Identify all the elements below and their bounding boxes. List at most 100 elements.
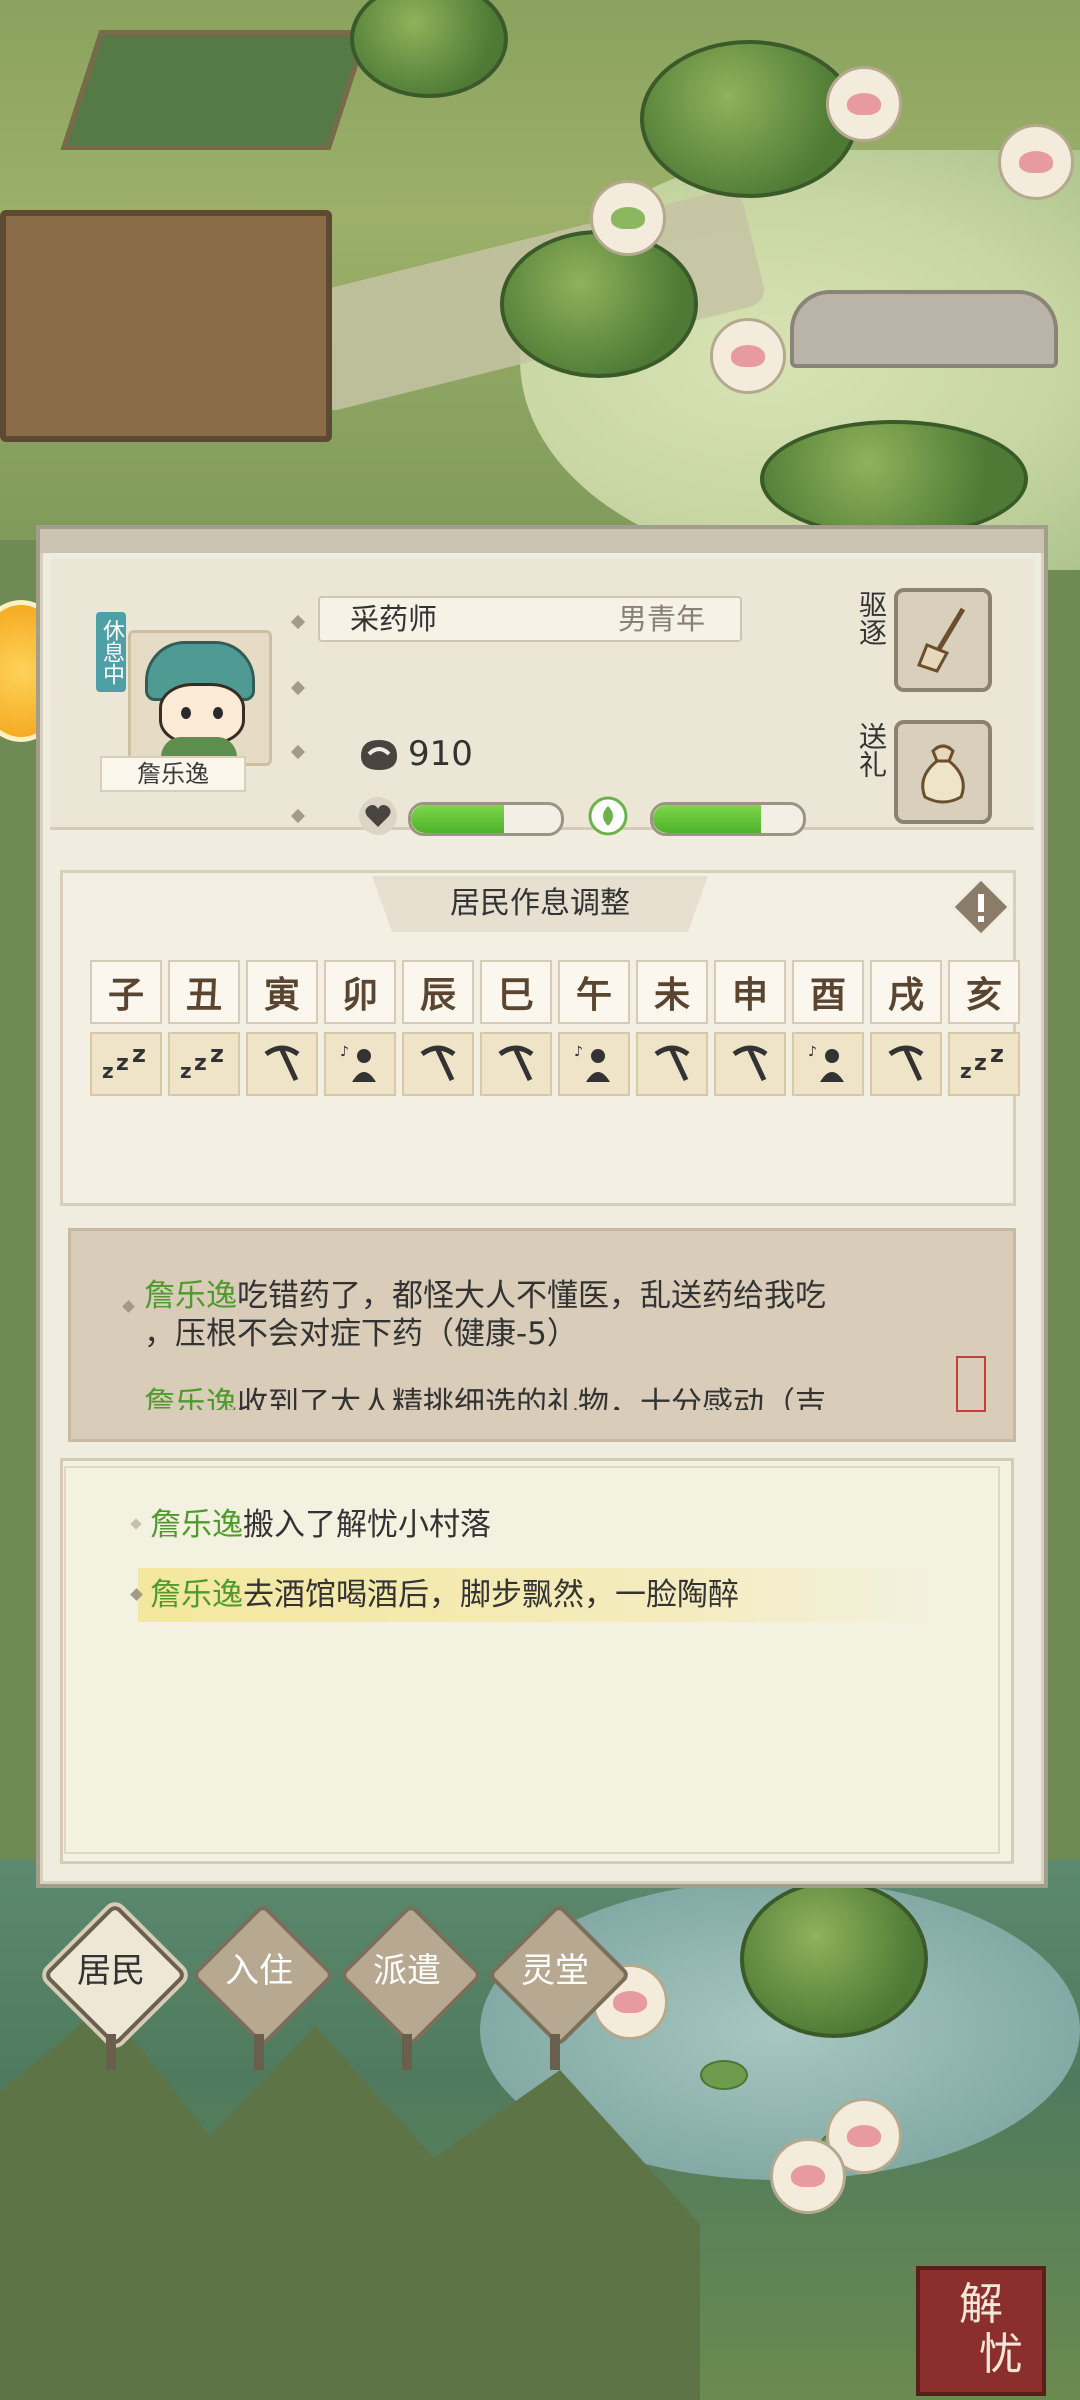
tab-memorial-hall[interactable]: 灵堂	[486, 1902, 632, 2070]
heart-icon	[359, 797, 397, 835]
svg-text:z: z	[180, 1059, 192, 1082]
lotus-icon	[847, 2125, 881, 2147]
gift-label: 送礼	[855, 722, 888, 778]
svg-text:z: z	[960, 1059, 972, 1082]
activity-cell[interactable]: zzz	[948, 1032, 1020, 1096]
hour-cell: 寅	[246, 960, 318, 1024]
hour-cell: 丑	[168, 960, 240, 1024]
lotus-icon	[731, 345, 765, 367]
activity-cell[interactable]: ♪	[324, 1032, 396, 1096]
history-entry-2: 詹乐逸去酒馆喝酒后，脚步飘然，一脸陶醉	[150, 1573, 739, 1617]
lily-pad	[700, 2060, 748, 2090]
svg-text:♪: ♪	[808, 1044, 817, 1060]
hour-labels-row: 子丑寅卯辰巳午未申酉戌亥	[90, 960, 1020, 1024]
occupation-title: 采药师	[350, 602, 438, 636]
map-bushes	[760, 420, 1028, 538]
map-herb-bubble[interactable]	[710, 318, 786, 394]
tab-move-in[interactable]: 入住	[190, 1902, 336, 2070]
hour-cell: 辰	[402, 960, 474, 1024]
tab-dispatch[interactable]: 派遣	[338, 1902, 484, 2070]
history-entry-name: 詹乐逸	[150, 1507, 243, 1543]
svg-text:z: z	[974, 1051, 987, 1076]
expel-label: 驱逐	[855, 590, 888, 646]
svg-text:z: z	[132, 1042, 146, 1068]
hour-cell: 卯	[324, 960, 396, 1024]
map-bridge	[790, 290, 1058, 368]
lotus-icon	[791, 2165, 825, 2187]
resident-name: 詹乐逸	[100, 756, 246, 792]
expel-button[interactable]	[894, 588, 992, 692]
gift-bag-icon	[921, 744, 965, 804]
avatar-eye	[181, 707, 191, 719]
map-herb-bubble[interactable]	[998, 124, 1074, 200]
sleep-icon: zzz	[958, 1040, 1010, 1086]
sleep-icon: zzz	[178, 1040, 230, 1086]
tab-tassel	[106, 2034, 116, 2070]
sleep-icon: zzz	[100, 1040, 152, 1086]
pickaxe-icon	[650, 1040, 694, 1088]
activity-cell[interactable]	[714, 1032, 786, 1096]
activity-cell[interactable]	[480, 1032, 552, 1096]
activity-cell[interactable]: ♪	[558, 1032, 630, 1096]
hour-cell: 子	[90, 960, 162, 1024]
map-willow-tree	[500, 230, 698, 378]
lotus-icon	[847, 93, 881, 115]
pickaxe-icon	[494, 1040, 538, 1088]
pickaxe-icon	[416, 1040, 460, 1088]
health-bar	[408, 802, 564, 836]
pickaxe-icon	[884, 1040, 928, 1088]
history-entry-1: 詹乐逸搬入了解忧小村落	[150, 1503, 491, 1547]
schedule-title: 居民作息调整	[450, 886, 630, 921]
tab-residents[interactable]: 居民	[42, 1902, 188, 2070]
avatar-face	[159, 683, 245, 745]
map-pine-tree	[640, 40, 858, 198]
activity-cell[interactable]	[636, 1032, 708, 1096]
pickaxe-icon	[260, 1040, 304, 1088]
hour-cell: 戌	[870, 960, 942, 1024]
hour-cell: 申	[714, 960, 786, 1024]
hour-cell: 酉	[792, 960, 864, 1024]
herb-icon	[611, 207, 645, 229]
tab-label: 灵堂	[521, 1951, 589, 1991]
pickaxe-icon	[728, 1040, 772, 1088]
info-warning-icon[interactable]	[952, 878, 1010, 936]
map-herb-bubble[interactable]	[590, 180, 666, 256]
activity-cell[interactable]	[402, 1032, 474, 1096]
tab-tassel	[402, 2034, 412, 2070]
tab-tassel	[254, 2034, 264, 2070]
map-tree-bottom	[740, 1880, 928, 2038]
map-crop-field	[60, 30, 370, 150]
svg-text:z: z	[210, 1042, 224, 1068]
svg-text:z: z	[194, 1051, 207, 1076]
game-logo-stamp[interactable]: 解 忧	[916, 2266, 1046, 2396]
logo-char: 忧	[979, 2329, 1023, 2380]
tab-label: 派遣	[373, 1951, 441, 1991]
map-workshop-yard	[0, 210, 332, 442]
history-entry-text: 搬入了解忧小村落	[243, 1507, 491, 1543]
log-entry-name: 詹乐逸	[144, 1278, 237, 1314]
avatar-eye	[213, 707, 223, 719]
activity-cell[interactable]: ♪	[792, 1032, 864, 1096]
gift-button[interactable]	[894, 720, 992, 824]
leisure-icon: ♪	[806, 1040, 850, 1088]
seal-stamp-icon	[956, 1356, 986, 1412]
mood-leaf-icon	[588, 796, 628, 836]
hour-cell: 未	[636, 960, 708, 1024]
hour-cell: 午	[558, 960, 630, 1024]
lotus-icon	[1019, 151, 1053, 173]
activity-cell[interactable]	[870, 1032, 942, 1096]
activity-cell[interactable]	[246, 1032, 318, 1096]
log-entry-text: 吃错药了，都怪大人不懂医，乱送药给我吃	[237, 1278, 826, 1314]
map-herb-bubble[interactable]	[770, 2138, 846, 2214]
panel-header-strip	[40, 529, 1044, 553]
activity-cell[interactable]: zzz	[168, 1032, 240, 1096]
resident-avatar[interactable]	[128, 630, 272, 766]
leisure-icon: ♪	[572, 1040, 616, 1088]
gender-age-label: 男青年	[618, 602, 706, 636]
tab-tassel	[550, 2034, 560, 2070]
activity-cell[interactable]: zzz	[90, 1032, 162, 1096]
money-pouch-icon	[361, 740, 397, 770]
map-herb-bubble[interactable]	[826, 66, 902, 142]
history-entry-text: 去酒馆喝酒后，脚步飘然，一脸陶醉	[243, 1577, 739, 1613]
log-entry-1-cont: ，压根不会对症下药（健康-5）	[144, 1316, 578, 1352]
